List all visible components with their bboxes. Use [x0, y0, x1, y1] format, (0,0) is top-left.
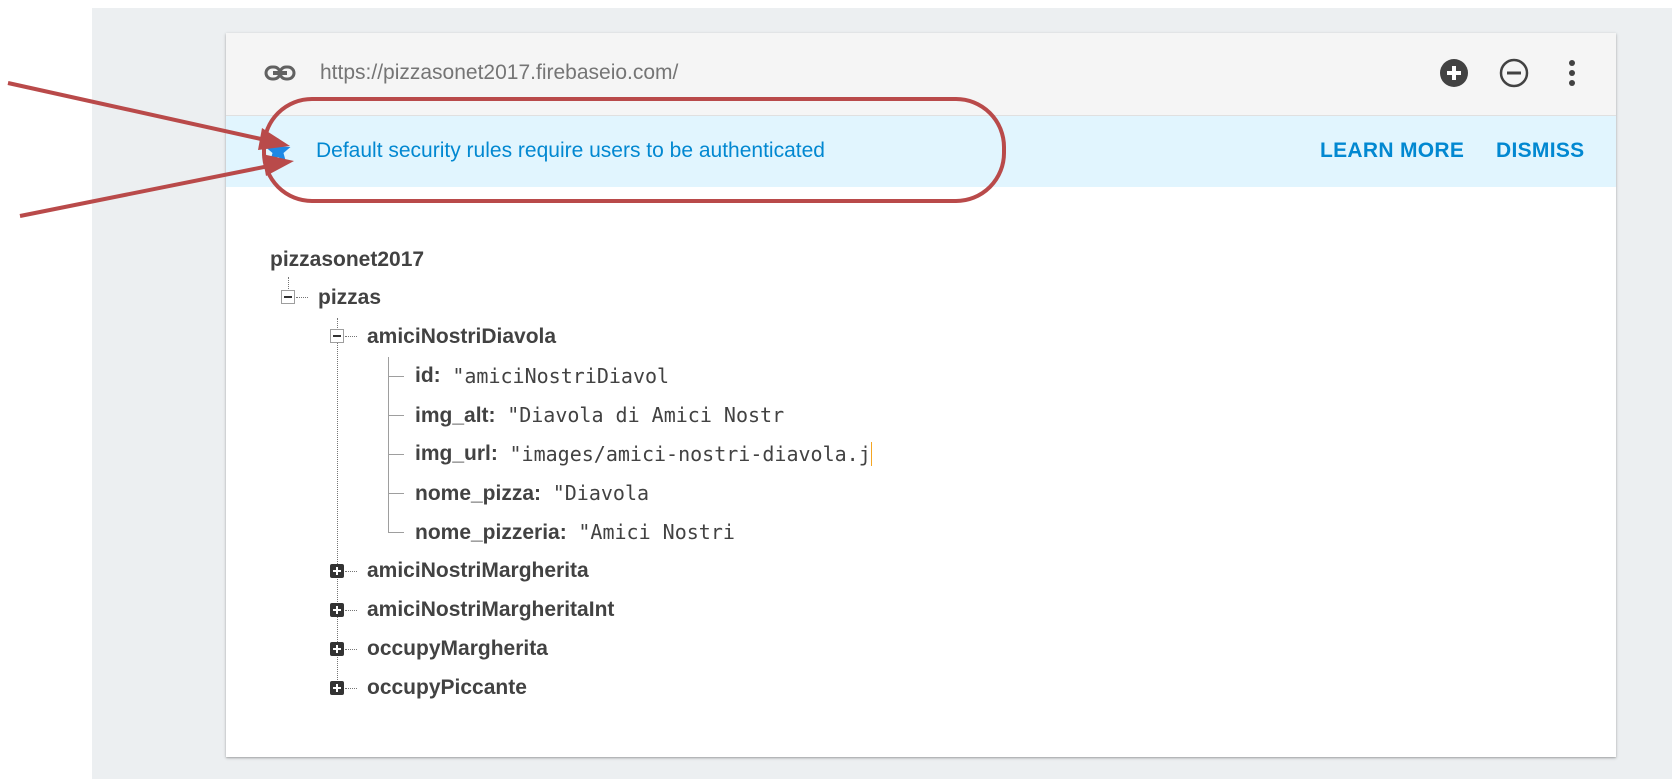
expand-toggle[interactable] — [330, 642, 344, 656]
database-panel: https://pizzasonet2017.firebaseio.com/ D… — [226, 33, 1616, 757]
learn-more-button[interactable]: LEARN MORE — [1320, 139, 1464, 163]
field-value: "Diavola — [552, 481, 650, 505]
field-img-url[interactable]: img_url: "images/amici-nostri-diavola.j — [415, 442, 872, 466]
expand-toggle[interactable] — [330, 603, 344, 617]
tree-connector — [388, 532, 404, 533]
tree-connector — [345, 336, 357, 337]
link-icon — [264, 65, 296, 81]
tree-node-amiciNostriMargherita[interactable]: amiciNostriMargherita — [367, 559, 589, 583]
add-circle-icon[interactable] — [1438, 57, 1470, 89]
tree-connector — [388, 357, 389, 525]
tree-node-occupyMargherita[interactable]: occupyMargherita — [367, 637, 548, 661]
tree-connector — [388, 415, 404, 416]
tree-node-pizzas[interactable]: pizzas — [318, 286, 381, 310]
field-id[interactable]: id: "amiciNostriDiavol — [415, 364, 669, 388]
tree-connector — [288, 277, 289, 289]
tree-connector — [345, 610, 357, 611]
tree-connector — [296, 297, 308, 298]
tree-connector — [345, 571, 357, 572]
more-vert-icon[interactable] — [1556, 57, 1588, 89]
tree-node-amiciNostriDiavola[interactable]: amiciNostriDiavola — [367, 325, 556, 349]
expand-toggle[interactable] — [330, 564, 344, 578]
field-img-alt[interactable]: img_alt: "Diavola di Amici Nostr — [415, 403, 784, 428]
star-icon — [265, 138, 291, 162]
tree-node-amiciNostriMargheritaInt[interactable]: amiciNostriMargheritaInt — [367, 598, 614, 622]
field-nome-pizzeria[interactable]: nome_pizzeria: "Amici Nostri — [415, 520, 735, 545]
tree-root[interactable]: pizzasonet2017 — [270, 248, 424, 272]
collapse-toggle[interactable] — [330, 329, 344, 343]
tree-connector — [388, 376, 404, 377]
tree-connector — [337, 318, 338, 690]
database-url[interactable]: https://pizzasonet2017.firebaseio.com/ — [320, 61, 678, 85]
field-value: "Diavola di Amici Nostr — [507, 403, 785, 427]
tree-connector — [345, 649, 357, 650]
dismiss-button[interactable]: DISMISS — [1496, 139, 1584, 163]
security-rules-banner: Default security rules require users to … — [226, 116, 1616, 187]
database-toolbar: https://pizzasonet2017.firebaseio.com/ — [226, 33, 1616, 116]
field-value: "images/amici-nostri-diavola.j — [509, 442, 872, 466]
expand-toggle[interactable] — [330, 681, 344, 695]
data-tree: pizzasonet2017 pizzas amiciNostriDiavola… — [226, 187, 1616, 757]
collapse-toggle[interactable] — [281, 290, 295, 304]
banner-message: Default security rules require users to … — [316, 139, 825, 162]
field-value: "Amici Nostri — [578, 520, 735, 544]
tree-connector — [388, 454, 404, 455]
tree-connector — [388, 525, 389, 532]
tree-connector — [388, 493, 404, 494]
field-nome-pizza[interactable]: nome_pizza: "Diavola — [415, 481, 649, 506]
remove-circle-icon[interactable] — [1498, 57, 1530, 89]
tree-node-occupyPiccante[interactable]: occupyPiccante — [367, 676, 527, 700]
field-value: "amiciNostriDiavol — [452, 364, 670, 388]
tree-connector — [345, 688, 357, 689]
